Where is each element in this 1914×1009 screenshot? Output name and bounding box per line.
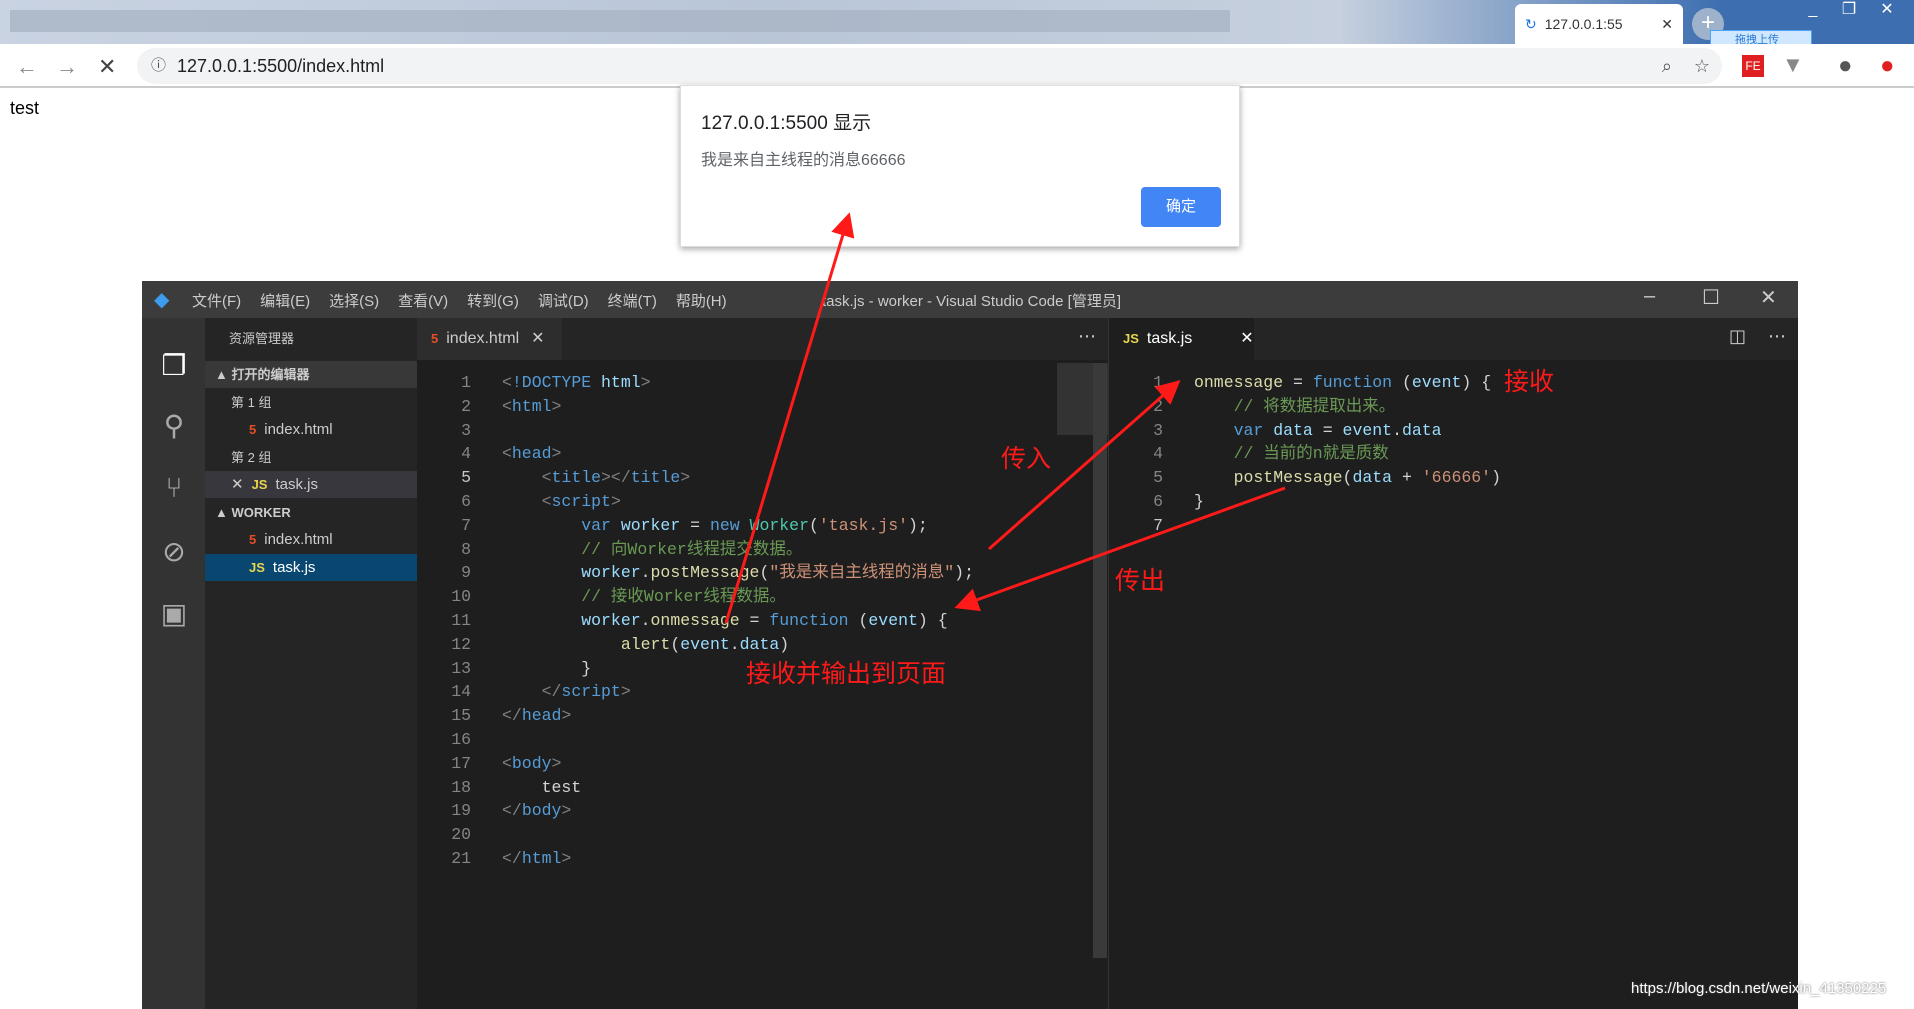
annotation-pass-out: 传出 bbox=[1115, 567, 1166, 595]
watermark: https://blog.csdn.net/weixin_41350225 bbox=[1631, 980, 1887, 997]
arrow-to-dialog bbox=[724, 212, 855, 624]
annotation-receive-output: 接收并输出到页面 bbox=[746, 660, 947, 688]
annotation-pass-in: 传入 bbox=[1001, 445, 1052, 473]
annotation-arrows bbox=[724, 212, 1286, 624]
annotation-receive: 接收 bbox=[1504, 368, 1555, 396]
